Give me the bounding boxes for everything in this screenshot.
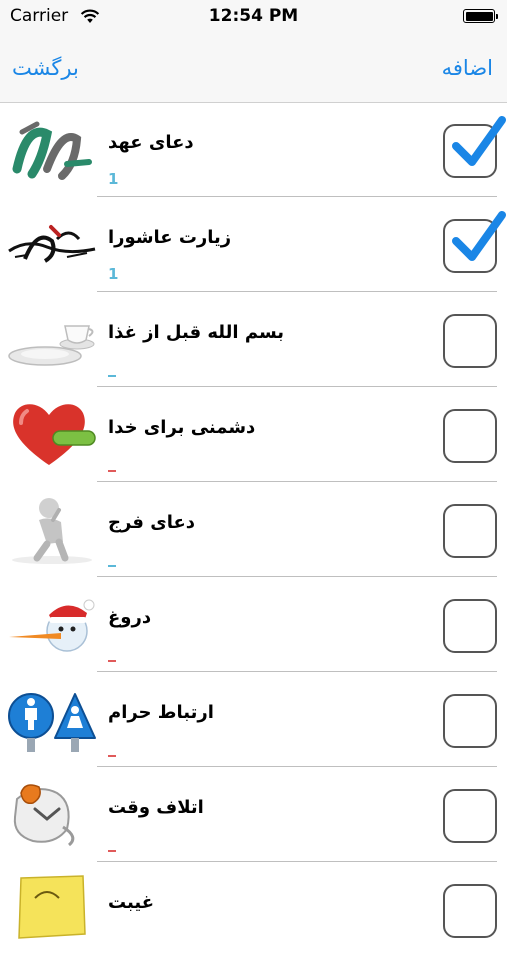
count-dash	[108, 470, 116, 472]
item-title: زیارت عاشورا	[108, 227, 232, 248]
sticky-note-icon	[18, 875, 86, 939]
count-dash	[108, 755, 116, 757]
status-bar: Carrier 12:54 PM	[0, 0, 507, 32]
calligraphy-icon	[8, 225, 96, 263]
list-item[interactable]: ارتباط حرام	[0, 672, 507, 767]
count-dash	[108, 660, 116, 662]
checkbox[interactable]	[443, 599, 497, 653]
checkbox[interactable]	[443, 694, 497, 748]
count-dash	[108, 375, 116, 377]
item-title: دروغ	[108, 607, 152, 628]
add-button[interactable]: اضافه	[442, 56, 493, 80]
item-title: غیبت	[108, 892, 155, 913]
checkmark-icon	[452, 211, 506, 261]
plate-cup-icon	[8, 325, 95, 366]
checkbox[interactable]	[443, 884, 497, 938]
count-dash	[108, 565, 116, 567]
list-item[interactable]: دروغ	[0, 577, 507, 672]
item-count: 1	[108, 170, 119, 188]
checkbox[interactable]	[443, 409, 497, 463]
item-title: بسم الله قبل از غذا	[108, 322, 285, 343]
list-item[interactable]: دشمنی برای خدا	[0, 387, 507, 482]
back-button[interactable]: برگشت	[12, 56, 79, 80]
man-woman-signs-icon	[8, 693, 96, 752]
battery-icon	[463, 9, 498, 23]
list-item[interactable]: دعای عهد 1	[0, 102, 507, 197]
item-title: اتلاف وقت	[108, 797, 204, 818]
list-item[interactable]: اتلاف وقت	[0, 767, 507, 862]
item-title: دعای فرج	[108, 512, 196, 533]
list-item[interactable]: دعای فرج	[0, 482, 507, 577]
navigation-bar: برگشت اضافه	[0, 32, 507, 103]
count-dash	[108, 850, 116, 852]
checkbox[interactable]	[443, 314, 497, 368]
list-item[interactable]: بسم الله قبل از غذا	[0, 292, 507, 387]
calligraphy-icon	[12, 121, 92, 180]
checkbox[interactable]	[443, 504, 497, 558]
checkbox[interactable]	[443, 789, 497, 843]
checkmark-icon	[452, 116, 506, 166]
praying-figure-icon	[12, 498, 92, 564]
item-title: دعای عهد	[108, 132, 194, 153]
list-item[interactable]: زیارت عاشورا 1	[0, 197, 507, 292]
item-count: 1	[108, 265, 119, 283]
item-title: ارتباط حرام	[108, 702, 214, 723]
snowman-icon	[9, 599, 95, 652]
item-title: دشمنی برای خدا	[108, 417, 256, 438]
items-list: دعای عهد 1 زیارت عاشورا 1 بسم الله قبل ا…	[0, 102, 507, 957]
clock-icon	[13, 784, 75, 847]
clock-time: 12:54 PM	[208, 6, 299, 26]
heart-minus-icon	[13, 404, 96, 465]
list-item[interactable]: غیبت	[0, 862, 507, 957]
